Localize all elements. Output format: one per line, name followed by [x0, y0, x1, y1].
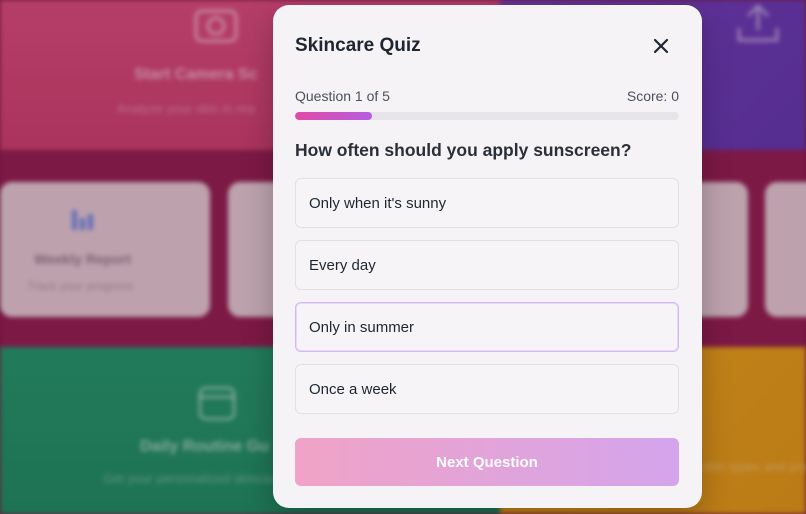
quiz-modal: Skincare Quiz Question 1 of 5 Score: 0 H… — [273, 5, 702, 508]
progress-bar — [295, 112, 679, 120]
answer-option[interactable]: Only in summer — [295, 302, 679, 352]
question-counter: Question 1 of 5 — [295, 88, 390, 104]
answer-option[interactable]: Only when it's sunny — [295, 178, 679, 228]
progress-bar-fill — [295, 112, 372, 120]
score-label: Score: 0 — [626, 88, 679, 104]
next-question-button[interactable]: Next Question — [295, 438, 679, 486]
modal-title: Skincare Quiz — [295, 35, 421, 56]
answer-option[interactable]: Once a week — [295, 364, 679, 414]
question-text: How often should you apply sunscreen? — [295, 140, 632, 160]
answer-option[interactable]: Every day — [295, 240, 679, 290]
answer-option-label: Only when it's sunny — [309, 194, 447, 212]
answer-options: Only when it's sunny Every day Only in s… — [295, 178, 679, 426]
answer-option-label: Only in summer — [309, 318, 415, 336]
answer-option-label: Once a week — [309, 380, 397, 398]
answer-option-label: Every day — [309, 256, 376, 274]
close-icon[interactable] — [650, 35, 672, 57]
